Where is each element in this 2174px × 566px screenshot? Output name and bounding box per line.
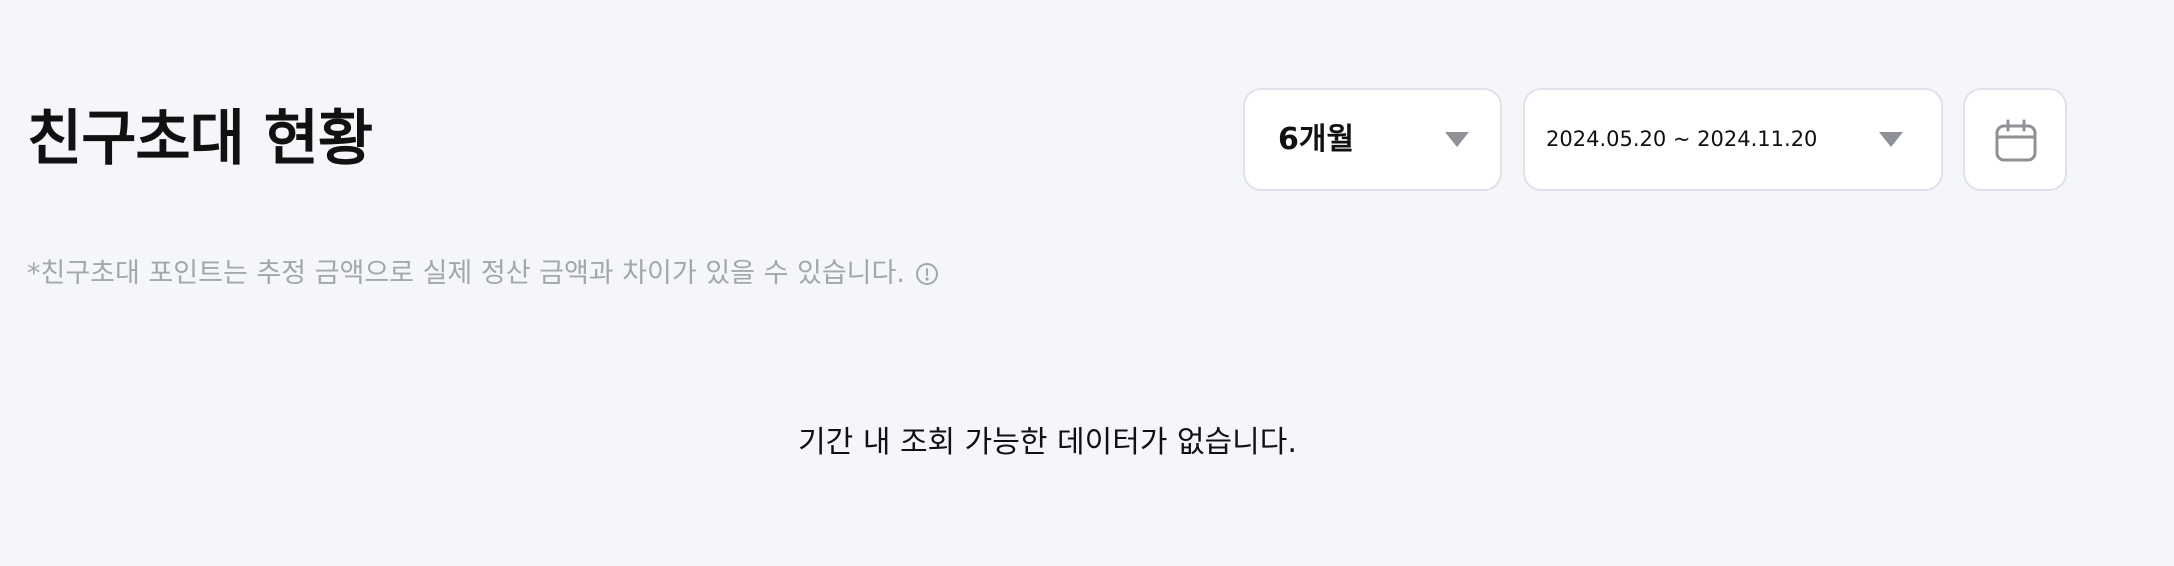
points-notice-text: *친구초대 포인트는 추정 금액으로 실제 정산 금액과 차이가 있을 수 있습… — [27, 258, 905, 289]
date-range-select[interactable]: 2024.05.20 ~ 2024.11.20 — [1523, 88, 1943, 191]
caret-down-icon — [1445, 132, 1469, 147]
calendar-button[interactable] — [1963, 88, 2067, 191]
empty-state-message: 기간 내 조회 가능한 데이터가 없습니다. — [798, 425, 1297, 460]
page-title: 친구초대 현황 — [27, 104, 373, 174]
period-select[interactable]: 6개월 — [1243, 88, 1502, 191]
caret-down-icon — [1879, 132, 1903, 147]
period-select-value: 6개월 — [1278, 122, 1355, 157]
info-icon[interactable] — [915, 262, 939, 286]
points-notice: *친구초대 포인트는 추정 금액으로 실제 정산 금액과 차이가 있을 수 있습… — [27, 254, 939, 294]
date-range-value: 2024.05.20 ~ 2024.11.20 — [1546, 127, 1818, 151]
calendar-icon — [1995, 119, 2037, 162]
